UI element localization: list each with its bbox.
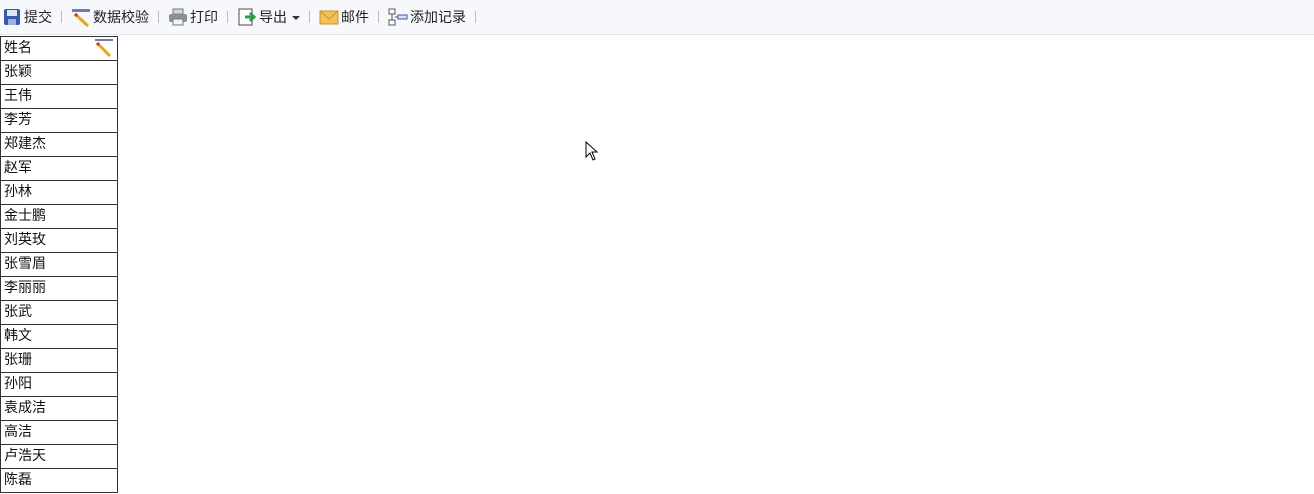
table-row[interactable]: 赵军: [1, 157, 117, 181]
table-row[interactable]: 刘英玫: [1, 229, 117, 253]
mail-label: 邮件: [341, 10, 369, 26]
toolbar-separator: [227, 11, 228, 23]
mouse-pointer-icon: [585, 141, 599, 161]
submit-label: 提交: [24, 10, 52, 26]
validate-label: 数据校验: [93, 10, 149, 26]
table-row[interactable]: 韩文: [1, 325, 117, 349]
add-record-button[interactable]: 添加记录: [388, 3, 466, 31]
toolbar-separator: [158, 11, 159, 23]
add-record-icon: [388, 7, 408, 27]
table-row[interactable]: 陈磊: [1, 469, 117, 493]
table-row[interactable]: 李芳: [1, 109, 117, 133]
table-row[interactable]: 郑建杰: [1, 133, 117, 157]
table-row[interactable]: 张武: [1, 301, 117, 325]
table-row[interactable]: 张珊: [1, 349, 117, 373]
mail-icon: [319, 7, 339, 27]
table-row[interactable]: 李丽丽: [1, 277, 117, 301]
export-button[interactable]: 导出: [237, 3, 300, 31]
print-label: 打印: [190, 10, 218, 26]
toolbar-separator: [475, 11, 476, 23]
chevron-down-icon[interactable]: [292, 16, 300, 20]
table-row[interactable]: 袁成洁: [1, 397, 117, 421]
table-row[interactable]: 张雪眉: [1, 253, 117, 277]
ruler-pencil-icon: [71, 7, 91, 27]
toolbar-separator: [378, 11, 379, 23]
table-row[interactable]: 高洁: [1, 421, 117, 445]
printer-icon: [168, 7, 188, 27]
table-row[interactable]: 卢浩天: [1, 445, 117, 469]
toolbar: 提交 数据校验 打印 导出 邮件 添加记录: [0, 0, 1314, 35]
name-column-table: 姓名 张颖 王伟 李芳 郑建杰 赵军 孙林 金士鹏 刘英玫 张雪眉 李丽丽 张武 韩文 张珊 孙阳 袁成洁高…: [0, 36, 118, 493]
submit-button[interactable]: 提交: [2, 3, 52, 31]
table-row[interactable]: 张颖: [1, 61, 117, 85]
print-button[interactable]: 打印: [168, 3, 218, 31]
edit-pencil-icon[interactable]: [94, 39, 114, 58]
toolbar-separator: [61, 11, 62, 23]
validate-button[interactable]: 数据校验: [71, 3, 149, 31]
column-header-label: 姓名: [4, 40, 32, 56]
add-record-label: 添加记录: [410, 10, 466, 26]
column-header-name[interactable]: 姓名: [1, 36, 117, 61]
export-label: 导出: [259, 10, 287, 26]
mail-button[interactable]: 邮件: [319, 3, 369, 31]
table-row[interactable]: 王伟: [1, 85, 117, 109]
export-icon: [237, 7, 257, 27]
save-icon: [2, 7, 22, 27]
table-row[interactable]: 孙阳: [1, 373, 117, 397]
table-row[interactable]: 孙林: [1, 181, 117, 205]
table-row[interactable]: 金士鹏: [1, 205, 117, 229]
toolbar-separator: [309, 11, 310, 23]
